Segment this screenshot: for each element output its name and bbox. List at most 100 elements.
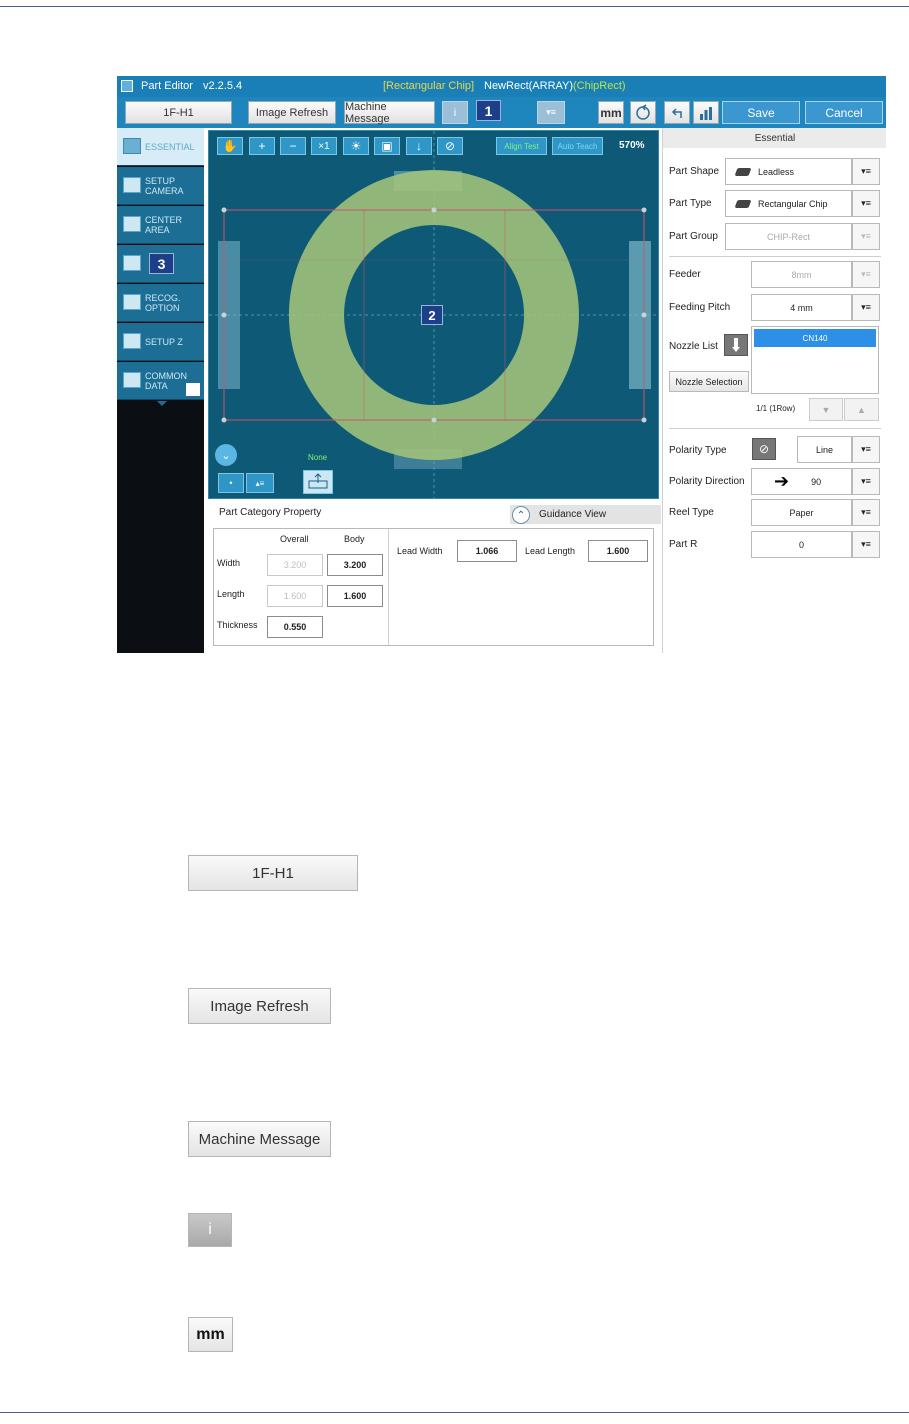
lead-width-label: Lead Width: [397, 546, 443, 556]
part-shape-field[interactable]: Leadless: [725, 158, 852, 185]
auto-teach-button[interactable]: Auto Teach: [552, 137, 603, 155]
light-button[interactable]: ☀: [343, 137, 369, 155]
align-test-button[interactable]: Align Test: [496, 137, 547, 155]
image-icon: [123, 255, 141, 271]
view-list-button[interactable]: ▴≡: [246, 473, 274, 493]
nav-item-setup-camera[interactable]: SETUP CAMERA: [117, 167, 204, 205]
feeding-pitch-field[interactable]: 4 mm: [751, 294, 852, 321]
property-title: Part Category Property: [219, 507, 322, 518]
head-select-button-detail[interactable]: 1F-H1: [188, 855, 358, 891]
polarity-direction-field[interactable]: ➔ 90: [751, 468, 852, 495]
guidance-view-toggle[interactable]: ⌃ Guidance View: [510, 505, 661, 524]
essential-panel: Essential Part Shape Leadless ▾≡ Part Ty…: [662, 128, 886, 653]
part-shape-label: Part Shape: [669, 166, 720, 177]
sync-settings-button[interactable]: [630, 101, 656, 124]
unit-button[interactable]: mm: [598, 101, 624, 124]
part-type-dropdown[interactable]: ▾≡: [852, 190, 880, 217]
camera-icon: [123, 177, 141, 193]
nav-item-center-area[interactable]: CENTER AREA: [117, 206, 204, 244]
polarity-direction-dropdown[interactable]: ▾≡: [852, 468, 880, 495]
hand-tool-button[interactable]: ✋: [217, 137, 243, 155]
rotate-tool-button[interactable]: ⊘: [437, 137, 463, 155]
zoom-in-button[interactable]: +: [249, 137, 275, 155]
feeder-label: Feeder: [669, 269, 701, 280]
width-label: Width: [217, 558, 241, 568]
left-lead-pad: [218, 241, 240, 389]
collapse-chevron-icon[interactable]: ⌄: [215, 444, 237, 466]
nav-item-image[interactable]: 3: [117, 245, 204, 283]
feeding-pitch-dropdown[interactable]: ▾≡: [852, 294, 880, 321]
part-name: NewRect(ARRAY): [484, 80, 574, 92]
nav-label: CENTER AREA: [145, 215, 183, 235]
nav-item-essential[interactable]: ESSENTIAL: [117, 128, 204, 166]
nozzle-list[interactable]: CN140: [751, 326, 879, 394]
head-select-button[interactable]: 1F-H1: [125, 101, 232, 124]
list-dropdown-button[interactable]: ▾≡: [537, 101, 565, 124]
sync-icon: [636, 103, 650, 120]
polarity-type-field[interactable]: Line: [797, 436, 852, 463]
length-overall-field: 1.600: [267, 585, 323, 607]
nav-item-recog-option[interactable]: RECOG. OPTION: [117, 284, 204, 322]
reel-type-dropdown[interactable]: ▾≡: [852, 499, 880, 526]
nav-item-setup-z[interactable]: SETUP Z: [117, 323, 204, 361]
col-overall: Overall: [280, 534, 309, 544]
callout-badge-1: 1: [476, 100, 501, 121]
lead-length-field[interactable]: 1.600: [588, 540, 648, 562]
pick-tool-button[interactable]: [303, 470, 333, 494]
lead-width-field[interactable]: 1.066: [457, 540, 517, 562]
page-down-icon[interactable]: ▼: [809, 398, 843, 421]
col-body: Body: [344, 534, 365, 544]
part-type-field[interactable]: Rectangular Chip: [725, 190, 852, 217]
part-r-field[interactable]: 0: [751, 531, 852, 558]
pick-tool-icon: [308, 473, 328, 489]
feeding-pitch-label: Feeding Pitch: [669, 302, 731, 313]
undo-button[interactable]: [664, 101, 690, 124]
thickness-label: Thickness: [217, 620, 258, 630]
app-version: v2.2.5.4: [203, 80, 243, 92]
polarity-type-dropdown[interactable]: ▾≡: [852, 436, 880, 463]
dot-button[interactable]: •: [218, 473, 244, 493]
image-refresh-button-detail[interactable]: Image Refresh: [188, 988, 331, 1024]
info-button[interactable]: i: [442, 101, 468, 124]
chip-icon: [734, 199, 752, 208]
length-label: Length: [217, 589, 245, 599]
length-body-field[interactable]: 1.600: [327, 585, 383, 607]
machine-message-button[interactable]: Machine Message: [344, 101, 435, 125]
zoom-out-button[interactable]: −: [280, 137, 306, 155]
part-shape-dropdown[interactable]: ▾≡: [852, 158, 880, 185]
image-refresh-button[interactable]: Image Refresh: [248, 101, 336, 124]
part-r-dropdown[interactable]: ▾≡: [852, 531, 880, 558]
nav-label: RECOG. OPTION: [145, 293, 181, 313]
info-button-detail[interactable]: i: [188, 1213, 232, 1247]
z-axis-icon: [123, 333, 141, 349]
app-title: Part Editor: [141, 80, 193, 92]
polarity-type-label: Polarity Type: [669, 445, 727, 456]
nav-item-common-data[interactable]: COMMON DATA: [117, 362, 204, 400]
thickness-field[interactable]: 0.550: [267, 616, 323, 638]
part-editor-window: Part Editor v2.2.5.4 [Rectangular Chip] …: [117, 76, 886, 653]
camera-view[interactable]: ✋ + − ×1 ☀ ▣ ↓ ⊘ Align Test Auto Teach 5…: [208, 130, 659, 499]
callout-badge-2: 2: [421, 305, 443, 325]
part-group-dropdown: ▾≡: [852, 223, 880, 250]
none-label: None: [308, 453, 328, 462]
stats-button[interactable]: [693, 101, 719, 124]
cancel-button[interactable]: Cancel: [805, 101, 883, 124]
zoom-reset-button[interactable]: ×1: [311, 137, 337, 155]
nozzle-down-button[interactable]: ↓: [406, 137, 432, 155]
nav-scroll-arrow-icon[interactable]: [157, 401, 167, 406]
nozzle-selection-button[interactable]: Nozzle Selection: [669, 371, 749, 392]
nav-label: SETUP Z: [145, 337, 183, 347]
unit-button-detail[interactable]: mm: [188, 1317, 233, 1352]
reel-type-field[interactable]: Paper: [751, 499, 852, 526]
save-button[interactable]: Save: [722, 101, 800, 124]
part-type-title: (ChipRect): [573, 80, 626, 92]
nozzle-icon: [724, 334, 748, 356]
left-nav: ESSENTIAL SETUP CAMERA CENTER AREA 3 REC…: [117, 128, 204, 653]
nozzle-list-item[interactable]: CN140: [754, 329, 876, 347]
save-image-button[interactable]: ▣: [374, 137, 400, 155]
property-box: Overall Body Width Length Thickness 3.20…: [213, 528, 654, 646]
width-body-field[interactable]: 3.200: [327, 554, 383, 576]
page-up-icon[interactable]: ▲: [844, 398, 879, 421]
expand-icon[interactable]: [185, 382, 201, 397]
machine-message-button-detail[interactable]: Machine Message: [188, 1121, 331, 1157]
